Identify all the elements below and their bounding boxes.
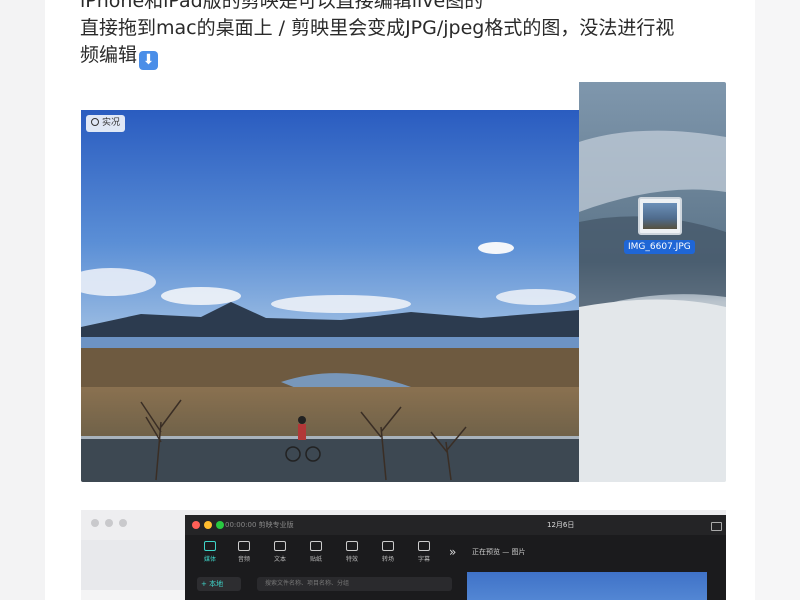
article-text: iPhone和iPad版的剪映是可以直接编辑live图的 直接拖到mac的桌面上…	[80, 0, 730, 70]
screen-icon[interactable]	[711, 522, 722, 531]
search-input[interactable]: 搜索文件名称、项目名称、分组	[257, 577, 452, 591]
tool-subtitle[interactable]: 字幕	[413, 541, 435, 563]
window-dot-icon	[105, 519, 113, 527]
tool-label: 媒体	[203, 556, 216, 563]
file-thumbnail	[643, 203, 677, 229]
preview-image	[467, 572, 707, 600]
window-dot-icon	[91, 519, 99, 527]
close-icon[interactable]	[192, 521, 200, 529]
tool-label: 贴纸	[309, 556, 322, 563]
tool-transition[interactable]: 转场	[377, 541, 399, 563]
landscape-photo[interactable]: 实况 IMG_6607.JPG	[81, 82, 726, 482]
tool-audio[interactable]: 音频	[233, 541, 255, 563]
preview-header: 正在预览 — 图片	[472, 548, 526, 556]
tool-label: 文本	[273, 556, 286, 563]
left-margin	[0, 0, 45, 600]
media-icon	[204, 541, 216, 551]
background-window-content	[81, 590, 191, 600]
tool-media[interactable]: 媒体	[199, 541, 221, 563]
article-line-2: 直接拖到mac的桌面上 / 剪映里会变成JPG/jpeg格式的图，没法进行视	[80, 17, 675, 39]
live-photo-badge: 实况	[86, 115, 126, 132]
menu-bar-date: 12月6日	[547, 521, 575, 529]
capcut-screenshot[interactable]: 00:00:00 剪映专业版 12月6日 媒体 音频 文本 贴纸 特效 转场 字…	[81, 510, 726, 600]
tool-label: 转场	[381, 556, 394, 563]
maximize-icon[interactable]	[216, 521, 224, 529]
effects-icon	[346, 541, 358, 551]
landscape-scene	[81, 82, 726, 482]
audio-icon	[238, 541, 250, 551]
tool-label: 特效	[345, 556, 358, 563]
file-name-label[interactable]: IMG_6607.JPG	[624, 240, 695, 254]
minimize-icon[interactable]	[204, 521, 212, 529]
tool-text[interactable]: 文本	[269, 541, 291, 563]
sticker-icon	[310, 541, 322, 551]
page: iPhone和iPad版的剪映是可以直接编辑live图的 直接拖到mac的桌面上…	[0, 0, 800, 600]
article-line-3-text: 频编辑	[80, 44, 138, 66]
tool-sticker[interactable]: 贴纸	[305, 541, 327, 563]
subtitle-icon	[418, 541, 430, 551]
capcut-titlebar: 00:00:00 剪映专业版 12月6日	[185, 515, 726, 535]
tool-label: 音频	[237, 556, 250, 563]
capcut-window-title: 00:00:00 剪映专业版	[225, 521, 294, 529]
live-badge-label: 实况	[102, 118, 121, 128]
article-line-1: iPhone和iPad版的剪映是可以直接编辑live图的	[80, 0, 484, 12]
window-dot-icon	[119, 519, 127, 527]
sidebar-item-local[interactable]: + 本地	[197, 577, 241, 591]
article-line-3: 频编辑 ⬇	[80, 42, 730, 70]
tool-label: 字幕	[417, 556, 430, 563]
down-arrow-emoji-icon: ⬇	[139, 51, 159, 70]
capcut-window: 00:00:00 剪映专业版 12月6日 媒体 音频 文本 贴纸 特效 转场 字…	[185, 515, 726, 600]
text-icon	[274, 541, 286, 551]
more-chevron-icon[interactable]: »	[449, 545, 456, 559]
file-icon[interactable]	[638, 197, 682, 235]
transition-icon	[382, 541, 394, 551]
tool-effects[interactable]: 特效	[341, 541, 363, 563]
live-photo-icon	[91, 118, 99, 126]
